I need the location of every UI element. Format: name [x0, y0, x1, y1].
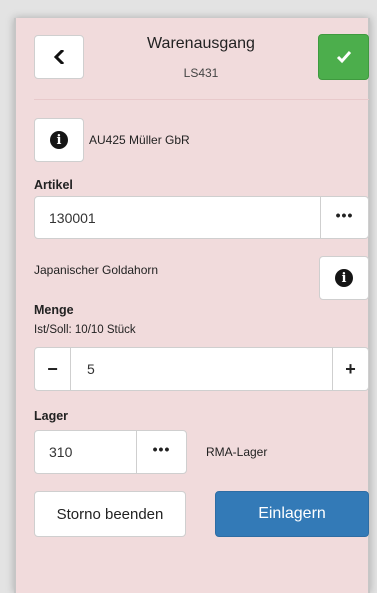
menge-stepper: − 5 +	[34, 347, 369, 391]
page-title: Warenausgang	[147, 35, 255, 52]
lager-input-group: 310 •••	[34, 430, 187, 474]
info-circle-icon: i	[335, 269, 353, 287]
ellipsis-icon: •••	[335, 206, 354, 223]
lager-more-button[interactable]: •••	[136, 431, 186, 473]
einlagern-button[interactable]: Einlagern	[215, 491, 369, 537]
artikel-input-group: 130001 •••	[34, 196, 369, 239]
ellipsis-icon: •••	[152, 441, 171, 457]
artikel-more-button[interactable]: •••	[320, 197, 368, 238]
lager-label: Lager	[34, 409, 69, 423]
artikel-input[interactable]: 130001	[35, 197, 320, 238]
minus-button[interactable]: −	[35, 348, 71, 390]
order-info-button[interactable]: i	[34, 118, 84, 162]
back-button[interactable]	[34, 35, 84, 79]
app-frame: Warenausgang LS431 i AU425 Müller GbR Ar…	[14, 18, 370, 593]
menge-status: Ist/Soll: 10/10 Stück	[34, 324, 136, 336]
menge-input[interactable]: 5	[71, 348, 332, 390]
menge-label: Menge	[34, 303, 74, 317]
check-icon	[336, 51, 351, 64]
chevron-left-icon	[53, 50, 65, 64]
order-text: AU425 Müller GbR	[89, 133, 190, 147]
confirm-button[interactable]	[318, 34, 369, 80]
lager-name: RMA-Lager	[206, 445, 268, 459]
artikel-info-button[interactable]: i	[319, 256, 369, 300]
info-circle-icon: i	[50, 131, 68, 149]
artikel-description: Japanischer Goldahorn	[34, 263, 159, 277]
storno-button[interactable]: Storno beenden	[34, 491, 186, 537]
plus-button[interactable]: +	[332, 348, 368, 390]
lager-input[interactable]: 310	[35, 431, 136, 473]
page-subtitle: LS431	[183, 66, 219, 80]
artikel-label: Artikel	[34, 178, 73, 192]
header-divider	[34, 99, 369, 100]
